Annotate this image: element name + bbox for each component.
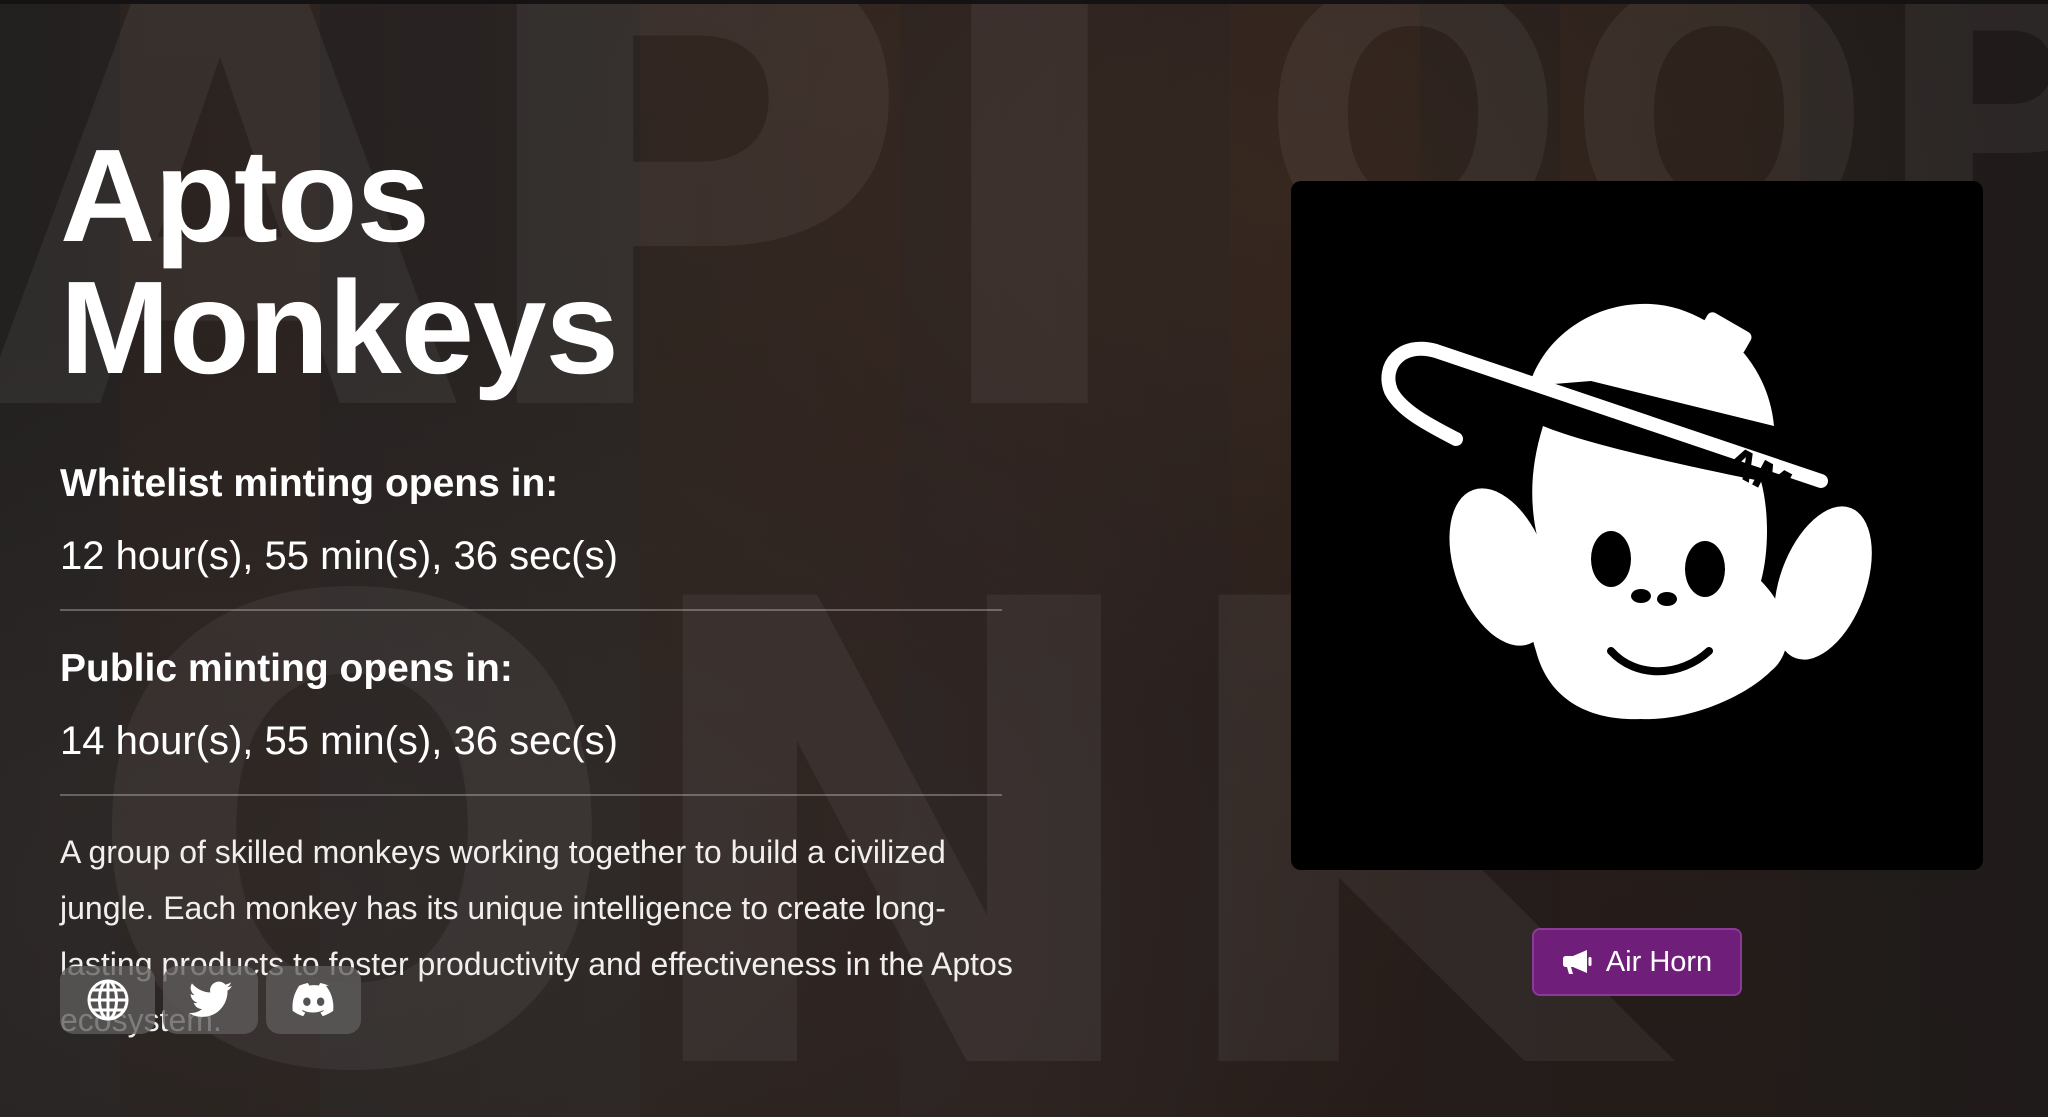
top-bar [0,0,2048,4]
right-eye [1685,541,1725,597]
left-eye [1591,531,1631,587]
discord-link-button[interactable] [266,966,361,1034]
social-links [60,966,361,1034]
whitelist-countdown: 12 hour(s), 55 min(s), 36 sec(s) [60,534,618,578]
twitter-link-button[interactable] [163,966,258,1034]
collection-artwork: AM [1291,181,1983,870]
public-countdown: 14 hour(s), 55 min(s), 36 sec(s) [60,719,618,763]
discord-icon [291,983,333,1017]
whitelist-mint-section: Whitelist minting opens in: 12 hour(s), … [60,394,1002,579]
twitter-icon [188,981,232,1017]
website-link-button[interactable] [60,966,155,1034]
project-info: Aptos Monkeys Whitelist minting opens in… [60,122,1013,1048]
public-mint-section: Public minting opens in: 14 hour(s), 55 … [60,611,1002,764]
monkey-logo: AM [1381,303,1872,720]
whitelist-mint-label: Whitelist minting opens in: [60,462,559,505]
air-horn-label: Air Horn [1605,945,1713,978]
page-title: Aptos Monkeys [60,122,619,401]
megaphone-icon [1562,950,1592,974]
public-mint-label: Public minting opens in: [60,647,513,690]
globe-icon [87,979,128,1021]
divider [60,794,1002,796]
air-horn-button[interactable]: Air Horn [1532,928,1742,996]
